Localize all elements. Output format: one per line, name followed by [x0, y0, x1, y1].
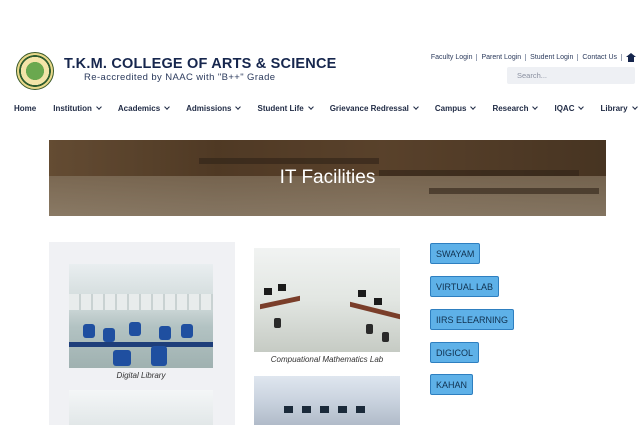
photo-bench — [260, 295, 300, 310]
nav-item-admissions[interactable]: Admissions — [186, 103, 242, 113]
photo-table — [69, 342, 213, 347]
photo-monitor — [320, 406, 329, 413]
kahan-button[interactable]: KAHAN — [430, 374, 474, 395]
chevron-down-icon — [413, 103, 419, 110]
accreditation-tagline: Re-accredited by NAAC with "B++" Grade — [84, 72, 276, 83]
iirs-elearning-button[interactable]: IIRS ELEARNING — [430, 309, 515, 330]
photo-chair — [103, 328, 115, 342]
nav-item-label: Library — [600, 103, 628, 113]
home-icon[interactable] — [626, 53, 636, 62]
computational-mathematics-lab-photo[interactable] — [254, 248, 400, 352]
computational-mathematics-lab-caption: Compuational Mathematics Lab — [270, 355, 384, 364]
gallery-photo[interactable] — [254, 376, 400, 425]
photo-chair — [382, 332, 389, 342]
nav-item-label: Academics — [117, 103, 161, 113]
photo-monitor — [356, 406, 365, 413]
nav-item-academics[interactable]: Academics — [117, 103, 170, 113]
nav-item-label: Home — [14, 103, 37, 113]
photo-monitor — [302, 406, 311, 413]
chevron-down-icon — [470, 103, 477, 110]
nav-item-label: Admissions — [186, 103, 232, 113]
page-title: IT Facilities — [279, 167, 376, 188]
photo-shelf — [69, 294, 213, 310]
chevron-down-icon — [307, 103, 314, 110]
student-login-link[interactable]: Student Login — [526, 54, 579, 61]
digital-library-caption: Digital Library — [116, 371, 166, 380]
chevron-down-icon — [235, 103, 242, 110]
main-nav: Home Institution Academics Admissions St… — [0, 100, 644, 116]
contact-us-link[interactable]: Contact Us — [578, 54, 622, 61]
chevron-down-icon — [96, 103, 102, 110]
college-name[interactable]: T.K.M. COLLEGE OF ARTS & SCIENCE — [64, 56, 337, 72]
photo-chair — [113, 350, 131, 366]
nav-item-label: Student Life — [257, 103, 304, 113]
photo-monitor — [284, 406, 293, 413]
photo-monitor — [264, 288, 272, 295]
photo-chair — [274, 318, 281, 328]
photo-chair — [83, 324, 95, 338]
nav-item-label: Institution — [53, 103, 92, 113]
photo-chair — [129, 322, 141, 336]
top-links-bar: Faculty Login Parent Login Student Login… — [427, 53, 636, 62]
photo-monitor — [338, 406, 347, 413]
photo-monitor — [374, 298, 382, 305]
nav-item-home[interactable]: Home — [14, 104, 36, 113]
nav-item-grievance-redressal[interactable]: Grievance Redressal — [329, 103, 419, 113]
faculty-login-link[interactable]: Faculty Login — [427, 54, 478, 61]
parent-login-link[interactable]: Parent Login — [477, 54, 527, 61]
gallery-photo[interactable] — [69, 390, 213, 425]
nav-item-institution[interactable]: Institution — [53, 103, 102, 113]
nav-item-label: IQAC — [554, 103, 575, 113]
chevron-down-icon — [631, 103, 638, 110]
photo-chair — [159, 326, 171, 340]
nav-item-library[interactable]: Library — [600, 103, 638, 113]
nav-item-iqac[interactable]: IQAC — [554, 103, 585, 113]
digital-library-photo[interactable] — [69, 264, 213, 368]
chevron-down-icon — [164, 103, 170, 110]
photo-chair — [151, 346, 167, 366]
college-logo[interactable] — [16, 52, 54, 90]
photo-chair — [181, 324, 193, 338]
nav-item-label: Grievance Redressal — [329, 103, 409, 113]
photo-monitor — [278, 284, 286, 291]
search-input[interactable] — [507, 67, 635, 84]
nav-item-label: Research — [492, 103, 529, 113]
photo-chair — [366, 324, 373, 334]
nav-item-campus[interactable]: Campus — [434, 103, 477, 113]
digicol-button[interactable]: DIGICOL — [430, 342, 480, 363]
photo-monitor — [358, 290, 366, 297]
page-banner: IT Facilities — [49, 140, 606, 216]
site-header: T.K.M. COLLEGE OF ARTS & SCIENCE Re-accr… — [0, 0, 644, 95]
chevron-down-icon — [578, 103, 585, 110]
virtual-lab-button[interactable]: VIRTUAL LAB — [430, 276, 500, 297]
nav-item-research[interactable]: Research — [492, 103, 539, 113]
chevron-down-icon — [532, 103, 539, 110]
nav-item-label: Campus — [434, 103, 467, 113]
swayam-button[interactable]: SWAYAM — [430, 243, 481, 264]
nav-item-student-life[interactable]: Student Life — [257, 103, 314, 113]
